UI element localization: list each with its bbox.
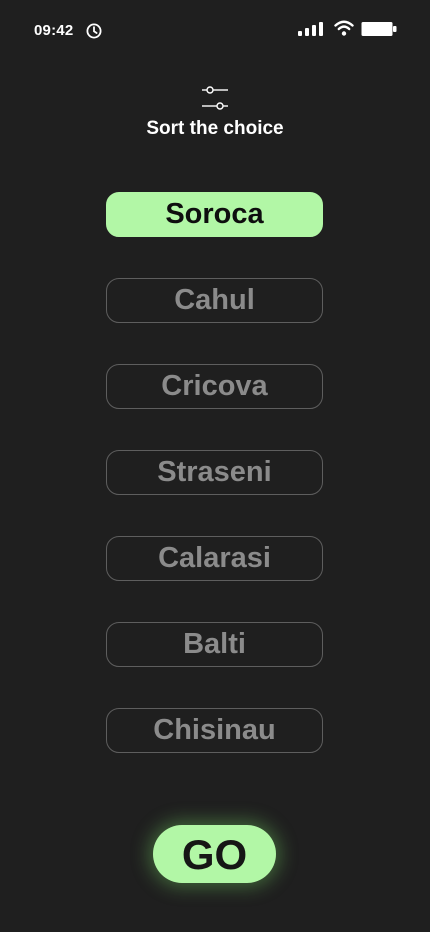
- go-button[interactable]: GO: [153, 825, 276, 883]
- wifi-icon: [334, 20, 354, 36]
- status-bar: 09:42: [0, 0, 430, 60]
- choice-cahul[interactable]: Cahul: [106, 278, 323, 323]
- sort-title: Sort the choice: [146, 118, 284, 139]
- choice-soroca[interactable]: Soroca: [106, 192, 323, 237]
- clock-icon: [86, 23, 102, 39]
- choice-chisinau[interactable]: Chisinau: [106, 708, 323, 753]
- status-time: 09:42: [34, 22, 74, 39]
- choice-list: Soroca Cahul Cricova Straseni Calarasi B…: [106, 192, 323, 794]
- choice-balti[interactable]: Balti: [106, 622, 323, 667]
- sort-sliders-icon[interactable]: [200, 84, 230, 112]
- choice-cricova[interactable]: Cricova: [106, 364, 323, 409]
- signal-icon: [298, 22, 323, 36]
- sort-header: Sort the choice: [0, 84, 430, 140]
- choice-calarasi[interactable]: Calarasi: [106, 536, 323, 581]
- choice-straseni[interactable]: Straseni: [106, 450, 323, 495]
- battery-icon: [361, 22, 397, 36]
